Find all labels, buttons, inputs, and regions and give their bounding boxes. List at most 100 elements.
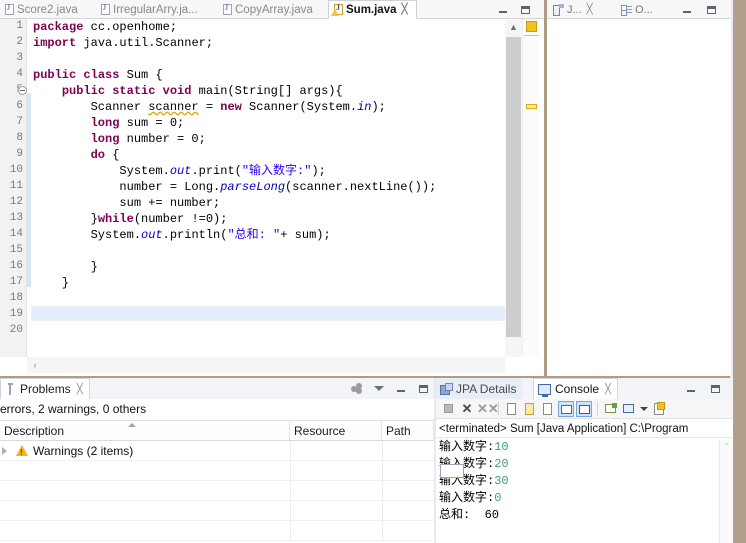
table-row[interactable] xyxy=(0,501,434,521)
cell-divider xyxy=(290,441,291,461)
desktop-background xyxy=(733,0,746,543)
editor-line-number-gutter[interactable]: 1234567891011121314151617181920 xyxy=(0,19,27,357)
console-input-caret[interactable] xyxy=(440,464,464,478)
java-file-warning-icon xyxy=(331,3,343,16)
tab-jpa-details-label: JPA Details xyxy=(456,381,517,396)
cell-divider xyxy=(290,481,291,501)
tab-outline[interactable]: O... xyxy=(617,0,657,19)
console-output-line: 输入数字:0 xyxy=(439,490,719,507)
editor-tab-irregulararry-ja-[interactable]: IrregularArry.ja... xyxy=(96,0,218,19)
tab-console-close-icon[interactable]: ╳ xyxy=(605,384,611,395)
cell-divider xyxy=(290,501,291,521)
scroll-up-arrow-icon[interactable]: ▲ xyxy=(505,19,522,34)
editor-tab-score2-java[interactable]: Score2.java xyxy=(0,0,96,19)
right-panel-minimize-button[interactable] xyxy=(680,3,693,16)
console-maximize-button[interactable] xyxy=(709,382,722,395)
editor-minimize-button[interactable] xyxy=(496,3,509,16)
console-view: JPA Details Console ╳ ✕ ✕✕ <terminated> … xyxy=(436,378,733,543)
editor-tab-label: CopyArray.java xyxy=(235,3,313,16)
editor-horizontal-scrollbar[interactable]: ‹ xyxy=(27,357,505,373)
open-console-icon[interactable] xyxy=(651,401,667,417)
display-dropdown-icon[interactable] xyxy=(639,401,649,417)
editor-overview-ruler[interactable] xyxy=(522,19,539,357)
tab-junit-label: J... xyxy=(567,3,582,16)
line-number: 9 xyxy=(16,148,23,160)
editor-tab-close-icon[interactable]: ╳ xyxy=(402,4,408,15)
console-value-text: 20 xyxy=(494,457,509,471)
warning-icon xyxy=(16,445,28,457)
problems-column-description[interactable]: Description xyxy=(0,421,290,441)
editor-maximize-button[interactable] xyxy=(519,3,532,16)
new-console-view-icon[interactable] xyxy=(603,401,619,417)
word-wrap-icon[interactable] xyxy=(540,401,556,417)
problems-column-resource[interactable]: Resource xyxy=(290,421,382,441)
console-minimize-button[interactable] xyxy=(684,382,697,395)
console-value-text: 60 xyxy=(477,508,500,522)
console-value-text: 10 xyxy=(494,440,509,454)
tab-problems[interactable]: Problems ╳ xyxy=(0,378,90,399)
problems-column-headers: Description Resource Path xyxy=(0,420,434,441)
tab-console[interactable]: Console ╳ xyxy=(533,378,619,399)
problems-minimize-button[interactable] xyxy=(394,382,407,395)
console-output[interactable]: 输入数字:10 输入数字:20 输入数字:30 输入数字:0 总和: 60 xyxy=(436,439,719,543)
table-row[interactable] xyxy=(0,481,434,501)
line-number: 19 xyxy=(9,308,23,320)
code-line: } xyxy=(33,260,98,274)
line-number: 13 xyxy=(9,212,23,224)
cell-divider xyxy=(382,521,383,541)
fold-collapse-icon[interactable] xyxy=(18,86,27,95)
tab-junit[interactable]: J... ╳ xyxy=(549,0,597,19)
remove-launch-icon[interactable]: ✕ xyxy=(459,401,475,417)
editor-tab-copyarray-java[interactable]: CopyArray.java xyxy=(218,0,328,19)
console-prompt-text: 输入数字: xyxy=(439,440,495,454)
editor-tab-bar: Score2.java IrregularArry.ja... CopyArray.… xyxy=(0,0,544,19)
problems-row-description: Warnings (2 items) xyxy=(33,444,134,458)
problems-summary: errors, 2 warnings, 0 others xyxy=(0,402,147,416)
terminate-icon[interactable] xyxy=(441,401,457,417)
editor-vertical-scrollbar[interactable]: ▲ xyxy=(505,19,522,357)
table-row[interactable] xyxy=(0,461,434,481)
editor-source-code[interactable]: package cc.openhome; import java.util.Sca… xyxy=(33,19,503,357)
problems-table[interactable]: Warnings (2 items) xyxy=(0,441,434,543)
java-file-icon xyxy=(5,3,14,15)
overview-warning-marker[interactable] xyxy=(526,104,537,109)
problems-maximize-button[interactable] xyxy=(417,382,430,395)
view-menu-icon[interactable] xyxy=(374,386,384,391)
cell-divider xyxy=(382,441,383,461)
show-console-on-output-icon[interactable] xyxy=(558,400,574,417)
tab-problems-label: Problems xyxy=(20,382,71,396)
problems-icon xyxy=(5,383,16,395)
sort-ascending-icon xyxy=(128,423,136,427)
expand-twisty-icon[interactable] xyxy=(2,447,7,455)
clear-console-icon[interactable] xyxy=(504,401,520,417)
show-console-on-error-icon[interactable] xyxy=(576,400,592,417)
right-panel-maximize-button[interactable] xyxy=(705,3,718,16)
editor-scroll-thumb[interactable] xyxy=(506,37,521,337)
overview-warning-summary-icon[interactable] xyxy=(526,21,537,32)
filters-icon[interactable] xyxy=(351,383,364,394)
code-line: System.out.println("总和: "+ sum); xyxy=(33,228,331,242)
line-number: 14 xyxy=(9,228,23,240)
editor-tab-sum-java[interactable]: Sum.java ╳ xyxy=(328,0,417,19)
tab-junit-close-icon[interactable]: ╳ xyxy=(587,4,593,15)
tab-jpa-details[interactable]: JPA Details xyxy=(436,378,523,399)
right-panel-content xyxy=(547,19,731,376)
scroll-left-arrow-icon[interactable]: ‹ xyxy=(27,357,43,373)
problems-column-path[interactable]: Path xyxy=(382,421,434,441)
console-launch-status: <terminated> Sum [Java Application] C:\P… xyxy=(436,420,733,438)
console-output-line: 输入数字:30 xyxy=(439,473,719,490)
remove-all-terminated-icon[interactable]: ✕✕ xyxy=(477,401,499,417)
scroll-lock-icon[interactable] xyxy=(522,401,538,417)
console-toolbar: ✕ ✕✕ xyxy=(436,399,733,419)
tab-problems-close-icon[interactable]: ╳ xyxy=(77,384,83,395)
table-row[interactable]: Warnings (2 items) xyxy=(0,441,434,461)
code-line: }while(number !=0); xyxy=(33,212,228,226)
table-row[interactable] xyxy=(0,521,434,541)
code-line: import java.util.Scanner; xyxy=(33,36,214,50)
java-file-icon xyxy=(223,3,232,15)
editor-code-area[interactable]: 1234567891011121314151617181920 package … xyxy=(0,19,544,376)
code-line: sum += number; xyxy=(33,196,221,210)
console-vertical-scrollbar[interactable]: ⌃ xyxy=(719,439,733,543)
console-scroll-up-arrow-icon[interactable]: ⌃ xyxy=(720,440,734,452)
display-selected-console-icon[interactable] xyxy=(621,401,637,417)
